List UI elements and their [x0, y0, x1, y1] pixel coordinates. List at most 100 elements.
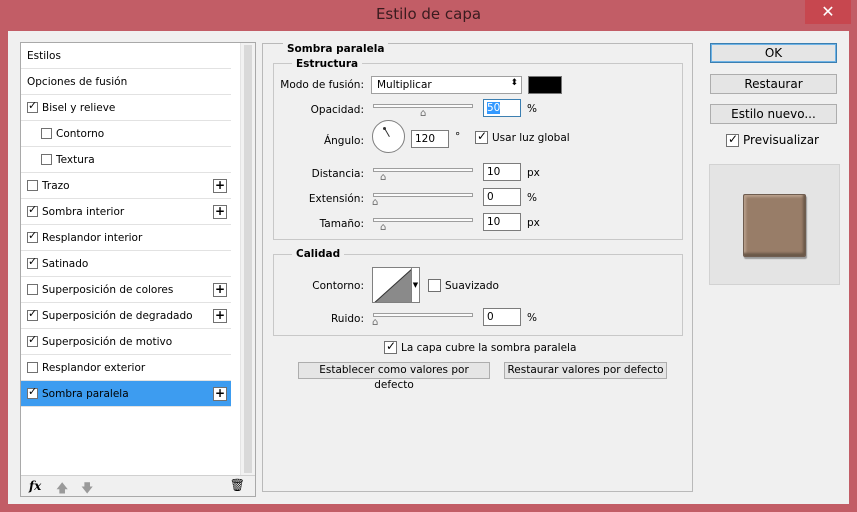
- style-list-item[interactable]: Satinado: [21, 251, 231, 277]
- style-list-item-label: Sombra paralela: [42, 387, 129, 400]
- style-list-item[interactable]: Textura: [21, 147, 231, 173]
- noise-label: Ruido:: [330, 313, 364, 325]
- preview-label: Previsualizar: [743, 133, 819, 147]
- angle-label: Ángulo:: [323, 135, 364, 147]
- size-slider-thumb[interactable]: ⌂: [380, 223, 386, 233]
- style-list-item-label: Superposición de motivo: [42, 335, 173, 348]
- styles-list: Estilos Opciones de fusión Bisel y relieve…: [20, 42, 256, 497]
- move-up-icon[interactable]: 🡅: [56, 479, 68, 500]
- select-arrows-icon: ⬍: [510, 78, 518, 88]
- style-list-item-label: Estilos: [27, 49, 61, 62]
- style-list-item[interactable]: Bisel y relieve: [21, 95, 231, 121]
- reset-default-button[interactable]: Restaurar valores por defecto: [504, 362, 667, 379]
- noise-unit: %: [527, 312, 537, 324]
- use-global-light-label: Usar luz global: [492, 131, 570, 144]
- opacity-slider[interactable]: ⌂: [373, 104, 473, 119]
- distance-input[interactable]: 10: [483, 163, 521, 181]
- add-style-icon[interactable]: +: [213, 179, 227, 193]
- style-checkbox[interactable]: [41, 128, 52, 139]
- contour-dropdown-arrow[interactable]: ▼: [412, 267, 420, 303]
- preview-thumbnail: [709, 164, 840, 285]
- layer-knocks-out-checkbox[interactable]: La capa cubre la sombra paralela: [384, 339, 576, 354]
- styles-list-items: Estilos Opciones de fusión Bisel y relieve…: [21, 43, 241, 477]
- style-list-item-label: Satinado: [42, 257, 89, 270]
- style-checkbox[interactable]: [27, 362, 38, 373]
- checkbox-icon: [428, 279, 441, 292]
- style-checkbox[interactable]: [27, 99, 38, 113]
- style-checkbox[interactable]: [27, 229, 38, 243]
- quality-group: Calidad Contorno: ▼ Suavizado Ruido: ⌂ 0…: [273, 248, 683, 336]
- new-style-button[interactable]: Estilo nuevo...: [710, 104, 837, 124]
- scrollbar-thumb[interactable]: [244, 45, 252, 473]
- style-list-item[interactable]: Sombra paralela +: [21, 381, 231, 407]
- size-unit: px: [527, 217, 540, 229]
- style-checkbox[interactable]: [27, 203, 38, 217]
- style-checkbox[interactable]: [27, 307, 38, 321]
- style-checkbox[interactable]: [27, 255, 38, 269]
- spread-label: Extensión:: [308, 193, 364, 205]
- style-list-item[interactable]: Trazo +: [21, 173, 231, 199]
- panel-title: Sombra paralela: [283, 43, 389, 55]
- add-style-icon[interactable]: +: [213, 309, 227, 323]
- reset-button[interactable]: Restaurar: [710, 74, 837, 94]
- distance-slider[interactable]: ⌂: [373, 168, 473, 183]
- contour-curve-icon: [374, 269, 411, 302]
- shadow-color-swatch[interactable]: [528, 76, 562, 94]
- style-list-item-label: Superposición de colores: [42, 283, 174, 296]
- opacity-value: 50: [487, 102, 501, 114]
- style-checkbox[interactable]: [27, 385, 38, 399]
- style-checkbox[interactable]: [27, 180, 38, 191]
- style-list-item[interactable]: Contorno: [21, 121, 231, 147]
- make-default-button[interactable]: Establecer como valores por defecto: [298, 362, 490, 391]
- opacity-input[interactable]: 50: [483, 99, 521, 117]
- close-button[interactable]: ✕: [805, 0, 851, 24]
- size-input[interactable]: 10: [483, 213, 521, 231]
- preview-swatch: [743, 194, 806, 257]
- style-checkbox[interactable]: [27, 284, 38, 295]
- antialiased-checkbox[interactable]: Suavizado: [428, 279, 499, 292]
- add-style-icon[interactable]: +: [213, 205, 227, 219]
- add-style-icon[interactable]: +: [213, 283, 227, 297]
- add-style-icon[interactable]: +: [213, 387, 227, 401]
- noise-input[interactable]: 0: [483, 308, 521, 326]
- style-list-item[interactable]: Superposición de motivo: [21, 329, 231, 355]
- ok-button[interactable]: OK: [710, 43, 837, 63]
- spread-slider[interactable]: ⌂: [372, 193, 473, 208]
- use-global-light-checkbox[interactable]: Usar luz global: [475, 129, 570, 144]
- preview-checkbox[interactable]: Previsualizar: [726, 132, 819, 147]
- spread-slider-thumb[interactable]: ⌂: [372, 198, 378, 208]
- style-list-item[interactable]: Resplandor interior: [21, 225, 231, 251]
- style-list-item[interactable]: Superposición de colores +: [21, 277, 231, 303]
- title-bar[interactable]: Estilo de capa ✕: [0, 0, 857, 32]
- style-list-item[interactable]: Estilos: [21, 43, 231, 69]
- style-checkbox[interactable]: [27, 333, 38, 347]
- noise-slider[interactable]: ⌂: [372, 313, 473, 328]
- angle-dial[interactable]: [372, 120, 405, 153]
- contour-picker[interactable]: [372, 267, 412, 303]
- structure-title: Estructura: [292, 58, 363, 70]
- trash-icon[interactable]: 🗑: [230, 478, 245, 492]
- checkbox-icon: [726, 132, 739, 147]
- blend-mode-label: Modo de fusión:: [280, 79, 364, 91]
- style-list-item[interactable]: Sombra interior +: [21, 199, 231, 225]
- style-list-item[interactable]: Superposición de degradado +: [21, 303, 231, 329]
- style-checkbox[interactable]: [41, 154, 52, 165]
- blend-mode-select[interactable]: Multiplicar ⬍: [371, 76, 522, 94]
- move-down-icon[interactable]: 🡇: [81, 479, 93, 500]
- size-slider[interactable]: ⌂: [373, 218, 473, 233]
- angle-input[interactable]: 120: [411, 130, 449, 148]
- styles-list-scrollbar[interactable]: [240, 43, 255, 477]
- style-list-item[interactable]: Resplandor exterior: [21, 355, 231, 381]
- close-icon: ✕: [821, 2, 835, 21]
- style-list-item[interactable]: Opciones de fusión: [21, 69, 231, 95]
- blend-mode-value: Multiplicar: [377, 79, 432, 91]
- noise-slider-thumb[interactable]: ⌂: [372, 318, 378, 328]
- opacity-slider-thumb[interactable]: ⌂: [420, 109, 426, 119]
- style-list-item-label: Trazo: [42, 179, 70, 192]
- style-list-item-label: Resplandor interior: [42, 231, 143, 244]
- fx-icon[interactable]: fx: [29, 479, 41, 493]
- spread-input[interactable]: 0: [483, 188, 521, 206]
- checkbox-icon: [475, 129, 488, 144]
- checkbox-icon: [384, 339, 397, 354]
- distance-slider-thumb[interactable]: ⌂: [380, 173, 386, 183]
